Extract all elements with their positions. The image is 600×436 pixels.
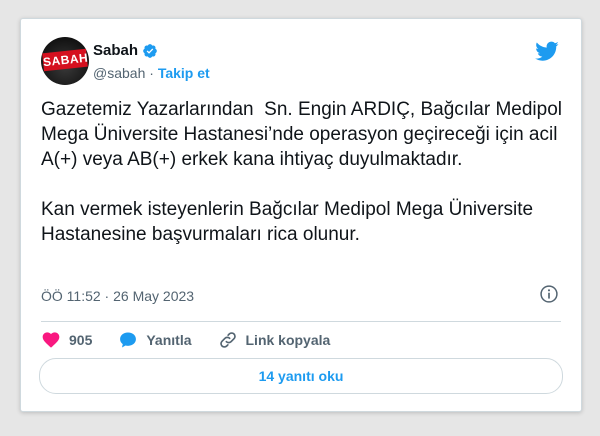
avatar[interactable]: SABAH [41, 37, 89, 85]
twitter-bird-icon[interactable] [535, 39, 559, 63]
author-name[interactable]: Sabah [93, 42, 138, 59]
action-bar: 905 Yanıtla Link kopyala [41, 326, 356, 354]
link-icon [219, 332, 236, 348]
reply-label: Yanıtla [146, 332, 192, 348]
tweet-timestamp[interactable]: ÖÖ 11:52 · 26 May 2023 [41, 288, 194, 304]
read-replies-button[interactable]: 14 yanıtı oku [39, 358, 563, 394]
sabah-logo: SABAH [42, 48, 89, 72]
divider [41, 321, 561, 322]
copy-link-label: Link kopyala [245, 332, 331, 348]
heart-icon [42, 332, 60, 348]
handle-row: @sabah · Takip et [93, 65, 210, 81]
like-button[interactable]: 905 [41, 330, 92, 350]
follow-link[interactable]: Takip et [158, 65, 210, 81]
verified-badge-icon [143, 43, 157, 58]
like-count: 905 [69, 332, 93, 348]
info-icon[interactable] [539, 284, 559, 304]
copy-link-button[interactable]: Link kopyala [218, 330, 331, 350]
tweet-card: SABAH Sabah @sabah · Takip et Gazetemiz … [20, 18, 582, 412]
reply-button[interactable]: Yanıtla [118, 330, 192, 350]
separator-dot: · [149, 65, 154, 81]
author-name-row: Sabah [93, 42, 158, 59]
tweet-text: Gazetemiz Yazarlarından Sn. Engin ARDIÇ,… [41, 99, 562, 245]
author-handle[interactable]: @sabah [93, 65, 145, 81]
speech-bubble-icon [120, 332, 137, 348]
